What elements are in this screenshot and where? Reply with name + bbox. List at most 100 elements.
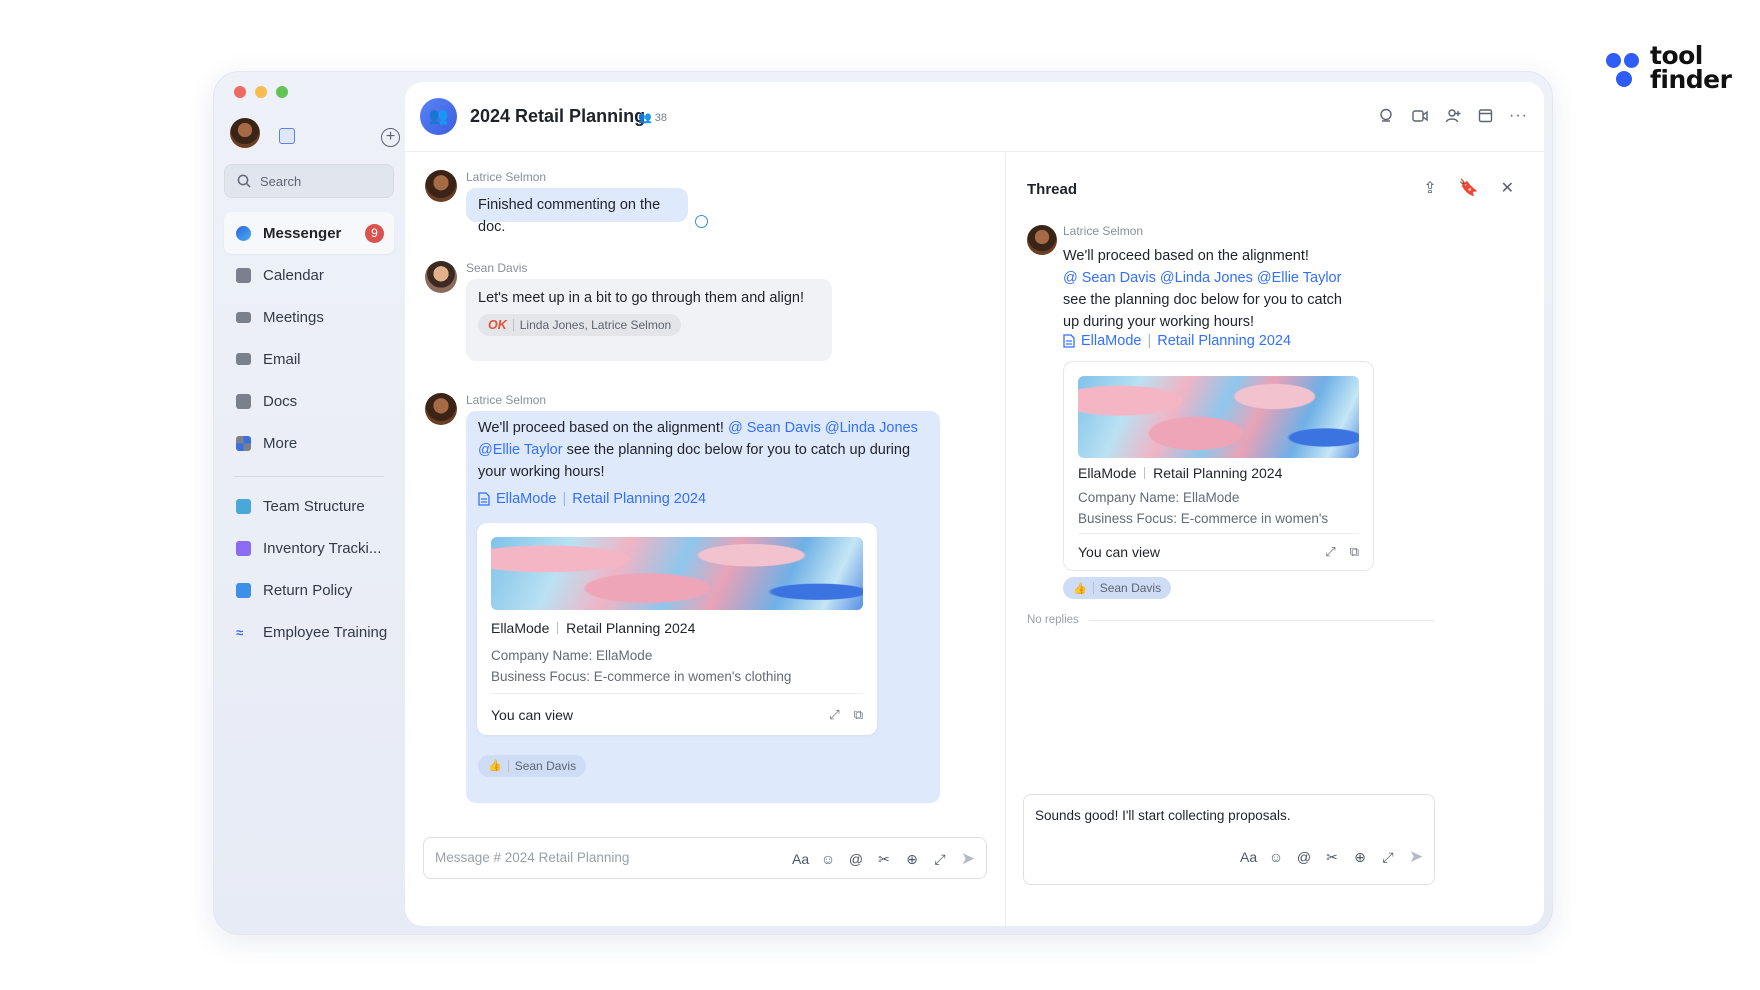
expand-icon[interactable]: ⤢ — [1325, 544, 1335, 560]
thumbs-up-icon: 👍 — [1073, 582, 1087, 595]
mention[interactable]: @Ellie Taylor — [478, 442, 563, 458]
ok-emoji-icon: OK — [488, 318, 507, 332]
reaction-users: Sean Davis — [514, 759, 577, 773]
font-format-icon[interactable]: Aa — [1240, 849, 1257, 865]
expand-icon[interactable]: ⤢ — [932, 851, 948, 868]
copy-icon[interactable]: ⧉ — [854, 704, 863, 726]
brand-line2: finder — [1650, 65, 1732, 94]
author-avatar[interactable] — [425, 261, 457, 293]
permission-label: You can view — [1078, 544, 1160, 560]
doc-card-meta: Business Focus: E-commerce in women's — [1078, 511, 1329, 526]
sidebar-item-label: More — [263, 434, 298, 452]
doc-link[interactable]: EllaMode | Retail Planning 2024 — [1063, 333, 1291, 349]
toolfinder-logo: tool finder — [1606, 43, 1732, 94]
sidebar-item-messenger[interactable]: Messenger 9 — [224, 212, 394, 254]
calendar-view-icon[interactable] — [1476, 106, 1495, 125]
mention[interactable]: @ Sean Davis @Linda Jones @Ellie Taylor — [1063, 267, 1343, 289]
no-replies-label: No replies — [1027, 614, 1079, 626]
emoji-icon[interactable]: ☺ — [1268, 849, 1284, 865]
unread-badge: 9 — [365, 224, 384, 243]
sidebar-item-docs[interactable]: Docs — [224, 380, 394, 422]
docs-icon — [236, 393, 251, 409]
calendar-icon — [236, 267, 251, 283]
search-input[interactable]: Search — [224, 164, 394, 198]
author-name: Sean Davis — [466, 261, 528, 275]
sidebar-item-email[interactable]: Email — [224, 338, 394, 380]
scissors-icon[interactable]: ✂ — [1324, 849, 1340, 866]
app-window: + Search Messenger 9 Calendar Meetings E… — [213, 71, 1553, 935]
send-icon[interactable]: ➤ — [960, 849, 976, 869]
sidebar-item-team-structure[interactable]: Team Structure — [224, 485, 394, 527]
member-count[interactable]: 👥 38 — [638, 111, 667, 125]
sidebar-item-label: Employee Training — [263, 623, 388, 641]
members-icon: 👥 — [638, 112, 652, 124]
add-icon[interactable]: ⊕ — [1352, 849, 1368, 866]
add-member-icon[interactable] — [1443, 106, 1462, 125]
mention[interactable]: @Linda Jones — [825, 420, 918, 436]
doc-cover-image — [1078, 376, 1359, 458]
create-new-icon[interactable]: + — [381, 128, 400, 147]
document-icon — [478, 492, 490, 506]
doc-cover-image — [491, 537, 863, 610]
doc-preview-card[interactable]: EllaMode Retail Planning 2024 Company Na… — [477, 523, 877, 735]
scissors-icon[interactable]: ✂ — [876, 851, 892, 868]
font-format-icon[interactable]: Aa — [792, 851, 809, 867]
sheet-icon — [236, 540, 251, 556]
search-placeholder: Search — [260, 173, 302, 189]
sidebar-item-employee-training[interactable]: ≈ Employee Training — [224, 611, 394, 653]
sidebar-item-return-policy[interactable]: Return Policy — [224, 569, 394, 611]
author-avatar[interactable] — [1027, 225, 1057, 255]
reaction-chip[interactable]: 👍 Sean Davis — [478, 755, 587, 777]
permission-label: You can view — [491, 707, 573, 723]
grid-icon — [236, 435, 251, 451]
video-icon — [236, 311, 251, 323]
thread-panel: Thread ⇪ 🔖 ✕ Latrice Selmon We'll procee… — [1005, 153, 1544, 926]
message-input[interactable]: Message # 2024 Retail Planning Aa ☺ @ ✂ … — [423, 837, 987, 879]
sidebar-nav: Messenger 9 Calendar Meetings Email Docs — [224, 212, 394, 653]
sidebar: + Search Messenger 9 Calendar Meetings E… — [214, 72, 404, 934]
author-avatar[interactable] — [425, 393, 457, 425]
mention-icon[interactable]: @ — [848, 851, 864, 867]
mention[interactable]: @ Sean Davis — [728, 420, 821, 436]
bookmark-icon[interactable]: 🔖 — [1459, 178, 1479, 198]
user-avatar[interactable] — [230, 118, 260, 148]
mention-icon[interactable]: @ — [1296, 849, 1312, 865]
sidebar-item-inventory-tracking[interactable]: Inventory Tracki... — [224, 527, 394, 569]
add-icon[interactable]: ⊕ — [904, 851, 920, 868]
share-icon[interactable]: ⇪ — [1423, 178, 1436, 198]
more-options-icon[interactable]: ··· — [1509, 106, 1528, 125]
sidebar-item-label: Meetings — [263, 308, 324, 326]
message-bubble[interactable]: We'll proceed based on the alignment! @ … — [466, 411, 940, 803]
emoji-icon[interactable]: ☺ — [820, 851, 836, 867]
doc-link[interactable]: EllaMode | Retail Planning 2024 — [478, 488, 928, 510]
thread-message-text[interactable]: We'll proceed based on the alignment! @ … — [1063, 245, 1343, 333]
copy-icon[interactable]: ⧉ — [1350, 544, 1359, 560]
sidebar-item-calendar[interactable]: Calendar — [224, 254, 394, 296]
message-bubble[interactable]: Finished commenting on the doc. — [466, 188, 688, 235]
thread-reply-input[interactable]: Sounds good! I'll start collecting propo… — [1023, 794, 1435, 885]
doc-card-title: EllaMode Retail Planning 2024 — [1078, 465, 1283, 481]
chat-title[interactable]: 2024 Retail Planning — [470, 106, 645, 127]
message-bubble[interactable]: Let's meet up in a bit to go through the… — [466, 279, 832, 361]
author-avatar[interactable] — [425, 170, 457, 202]
send-icon[interactable]: ➤ — [1408, 847, 1424, 867]
sidebar-item-meetings[interactable]: Meetings — [224, 296, 394, 338]
messenger-icon — [236, 225, 251, 241]
chat-header: 👥 2024 Retail Planning 👥 38 ··· — [405, 82, 1544, 152]
expand-icon[interactable]: ⤢ — [829, 704, 839, 726]
calendar-mini-icon[interactable] — [279, 128, 295, 144]
reaction-chip[interactable]: OK Linda Jones, Latrice Selmon — [478, 314, 682, 336]
toolfinder-mark-icon — [1606, 45, 1644, 91]
expand-icon[interactable]: ⤢ — [1380, 849, 1396, 866]
doc-preview-card[interactable]: EllaMode Retail Planning 2024 Company Na… — [1063, 361, 1374, 571]
no-replies-divider: No replies — [1027, 614, 1434, 626]
search-chat-icon[interactable] — [1377, 106, 1396, 125]
author-name: Latrice Selmon — [466, 393, 547, 407]
reaction-chip[interactable]: 👍 Sean Davis — [1063, 577, 1172, 599]
doc-icon — [236, 582, 251, 598]
close-icon[interactable]: ✕ — [1501, 178, 1514, 198]
video-call-icon[interactable] — [1410, 106, 1429, 125]
message-text: Finished commenting on the doc. — [478, 197, 661, 235]
sidebar-item-more[interactable]: More — [224, 422, 394, 464]
group-chat-icon: 👥 — [420, 98, 457, 135]
